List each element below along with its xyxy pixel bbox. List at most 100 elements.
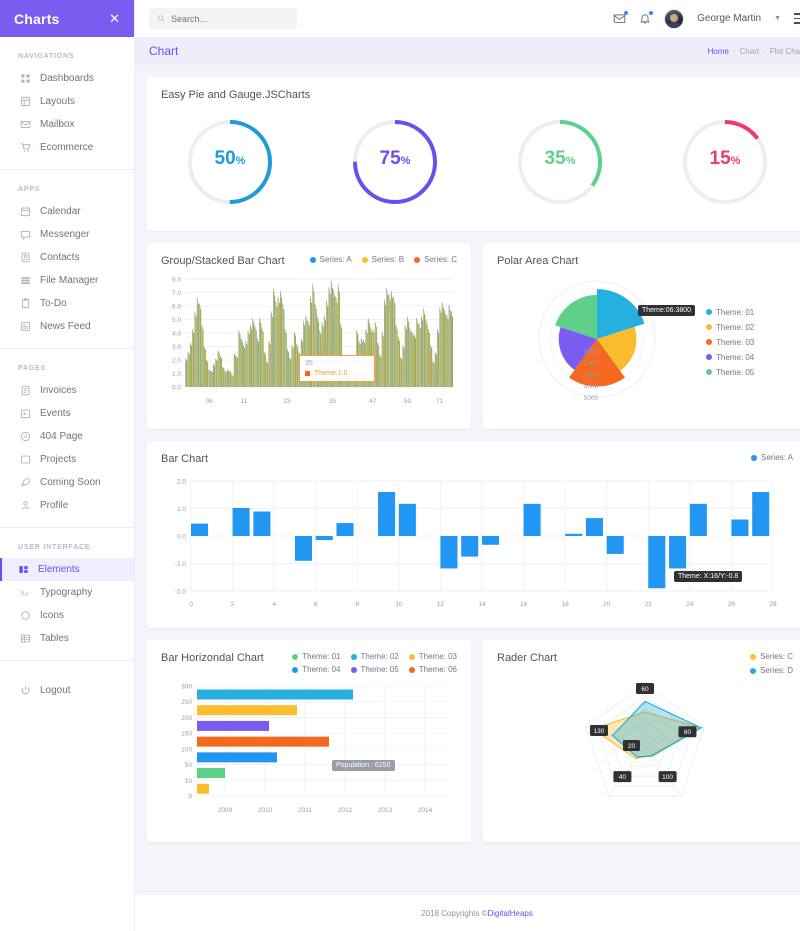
legend-label: Series: C <box>424 255 457 264</box>
svg-text:71: 71 <box>436 398 444 405</box>
svg-text:23: 23 <box>283 398 291 405</box>
svg-text:4000: 4000 <box>584 383 599 390</box>
gauge-15: 15% <box>642 115 800 209</box>
sidebar-item-news-feed[interactable]: News Feed <box>0 315 134 338</box>
sidebar-section-title: APPS <box>0 170 134 200</box>
legend-swatch <box>706 369 712 375</box>
card-bar-horizontal: Bar Horizondal Chart Theme: 01Theme: 02T… <box>147 640 471 842</box>
svg-text:2011: 2011 <box>298 807 312 814</box>
legend-item[interactable]: Theme: 05 <box>706 368 754 377</box>
chart-body: 10002000300040005000 Theme: 01 Theme: 02 T… <box>483 267 800 429</box>
legend-swatch <box>292 654 298 660</box>
svg-text:11: 11 <box>241 398 248 405</box>
sidebar-item-typography[interactable]: AaTypography <box>0 581 134 604</box>
footer-link[interactable]: DigitalHeaps <box>488 909 533 918</box>
news-icon <box>20 321 31 332</box>
sidebar-item-messenger[interactable]: Messenger <box>0 223 134 246</box>
sidebar-item-coming-soon[interactable]: Coming Soon <box>0 471 134 494</box>
sidebar-item-label: Tables <box>40 633 69 644</box>
breadcrumb-item-chart[interactable]: Chart <box>740 47 760 56</box>
sidebar-item-label: Mailbox <box>40 119 74 130</box>
sidebar-item-contacts[interactable]: Contacts <box>0 246 134 269</box>
sidebar-item-calendar[interactable]: Calendar <box>0 200 134 223</box>
sidebar-item-404-page[interactable]: 404 Page <box>0 425 134 448</box>
sidebar-item-ecommerce[interactable]: Ecommerce <box>0 136 134 159</box>
tooltip-swatch <box>305 371 310 376</box>
avatar[interactable] <box>664 9 684 29</box>
sidebar-item-icons[interactable]: Icons <box>0 604 134 627</box>
topbar: George Martin ▼ <box>135 0 800 37</box>
legend-swatch <box>310 257 316 263</box>
elements-icon <box>18 564 29 575</box>
user-name: George Martin <box>697 13 761 24</box>
polar-area-svg[interactable]: 10002000300040005000 <box>497 267 702 417</box>
sidebar-item-tables[interactable]: Tables <box>0 627 134 650</box>
legend-item[interactable]: Theme: 02 <box>706 323 754 332</box>
legend-swatch <box>706 309 712 315</box>
sidebar: Charts ✕ NAVIGATIONSDashboardsLayoutsMai… <box>0 0 135 931</box>
svg-text:28: 28 <box>769 601 777 608</box>
sidebar-item-projects[interactable]: Projects <box>0 448 134 471</box>
legend-item[interactable]: Series: B <box>362 255 404 264</box>
sidebar-item-mailbox[interactable]: Mailbox <box>0 113 134 136</box>
bar-chart-svg[interactable]: 2.01.00.0-1.0-2.002468101214161820222426… <box>161 471 781 616</box>
sidebar-item-to-do[interactable]: To-Do <box>0 292 134 315</box>
cart-icon <box>20 142 31 153</box>
legend-label: Theme: 03 <box>419 652 457 661</box>
breadcrumb-separator: - <box>733 47 736 56</box>
svg-text:0: 0 <box>188 794 192 801</box>
search-box[interactable] <box>149 8 297 29</box>
legend-item[interactable]: Series: C <box>750 652 793 661</box>
legend-item[interactable]: Theme: 03 <box>409 652 457 661</box>
svg-text:12: 12 <box>437 601 445 608</box>
notifications-button[interactable] <box>639 12 651 25</box>
legend-item[interactable]: Theme: 03 <box>706 338 754 347</box>
svg-text:200: 200 <box>181 715 192 722</box>
bar-horizontal-svg[interactable]: 3002502001501005010020092010201120122013… <box>161 678 457 826</box>
svg-text:40: 40 <box>619 774 627 781</box>
mail-button[interactable] <box>613 12 626 25</box>
radar-chart-svg[interactable]: 60801004013020 <box>497 670 793 830</box>
app-root: Charts ✕ NAVIGATIONSDashboardsLayoutsMai… <box>0 0 800 931</box>
legend-label: Theme: 02 <box>361 652 399 661</box>
svg-text:10: 10 <box>185 778 193 785</box>
sidebar-item-file-manager[interactable]: File Manager <box>0 269 134 292</box>
group-stacked-bar-svg[interactable]: 0.01.02.03.04.05.06.07.08.00611233547597… <box>161 273 457 413</box>
sidebar-item-label: Messenger <box>40 229 89 240</box>
files-icon <box>20 275 31 286</box>
search-input[interactable] <box>171 14 289 24</box>
svg-text:2010: 2010 <box>258 807 273 814</box>
svg-text:22: 22 <box>645 601 653 608</box>
hamburger-icon[interactable] <box>794 13 800 24</box>
svg-text:0.0: 0.0 <box>172 385 181 392</box>
sidebar-item-events[interactable]: Events <box>0 402 134 425</box>
legend-item[interactable]: Series: A <box>751 453 793 462</box>
legend-item[interactable]: Theme: 02 <box>351 652 399 661</box>
sidebar-brand: Charts ✕ <box>0 0 134 37</box>
legend-item[interactable]: Series: A <box>310 255 352 264</box>
sidebar-item-invoices[interactable]: Invoices <box>0 379 134 402</box>
gauge-ring: 35% <box>513 115 607 209</box>
svg-text:59: 59 <box>404 398 412 405</box>
svg-text:16: 16 <box>520 601 528 608</box>
content-area: Easy Pie and Gauge.JSCharts 50%75%35%15%… <box>135 65 800 895</box>
sidebar-item-elements[interactable]: Elements <box>0 558 134 581</box>
legend-item[interactable]: Theme: 01 <box>706 308 754 317</box>
gauge-50: 50% <box>147 115 312 209</box>
sidebar-item-layouts[interactable]: Layouts <box>0 90 134 113</box>
breadcrumb-item-home[interactable]: Home <box>708 47 729 56</box>
svg-text:20: 20 <box>603 601 611 608</box>
legend-item[interactable]: Series: C <box>414 255 457 264</box>
legend-item[interactable]: Theme: 04 <box>706 353 754 362</box>
chevron-down-icon[interactable]: ▼ <box>774 15 781 22</box>
svg-text:250: 250 <box>181 699 192 706</box>
user-icon <box>20 500 31 511</box>
legend-swatch <box>409 654 415 660</box>
svg-text:1.0: 1.0 <box>172 371 181 378</box>
svg-text:2013: 2013 <box>378 807 393 814</box>
legend-item[interactable]: Theme: 01 <box>292 652 340 661</box>
sidebar-item-profile[interactable]: Profile <box>0 494 134 517</box>
sidebar-item-logout[interactable]: Logout <box>0 679 134 702</box>
sidebar-item-dashboards[interactable]: Dashboards <box>0 67 134 90</box>
close-icon[interactable]: ✕ <box>109 12 120 25</box>
